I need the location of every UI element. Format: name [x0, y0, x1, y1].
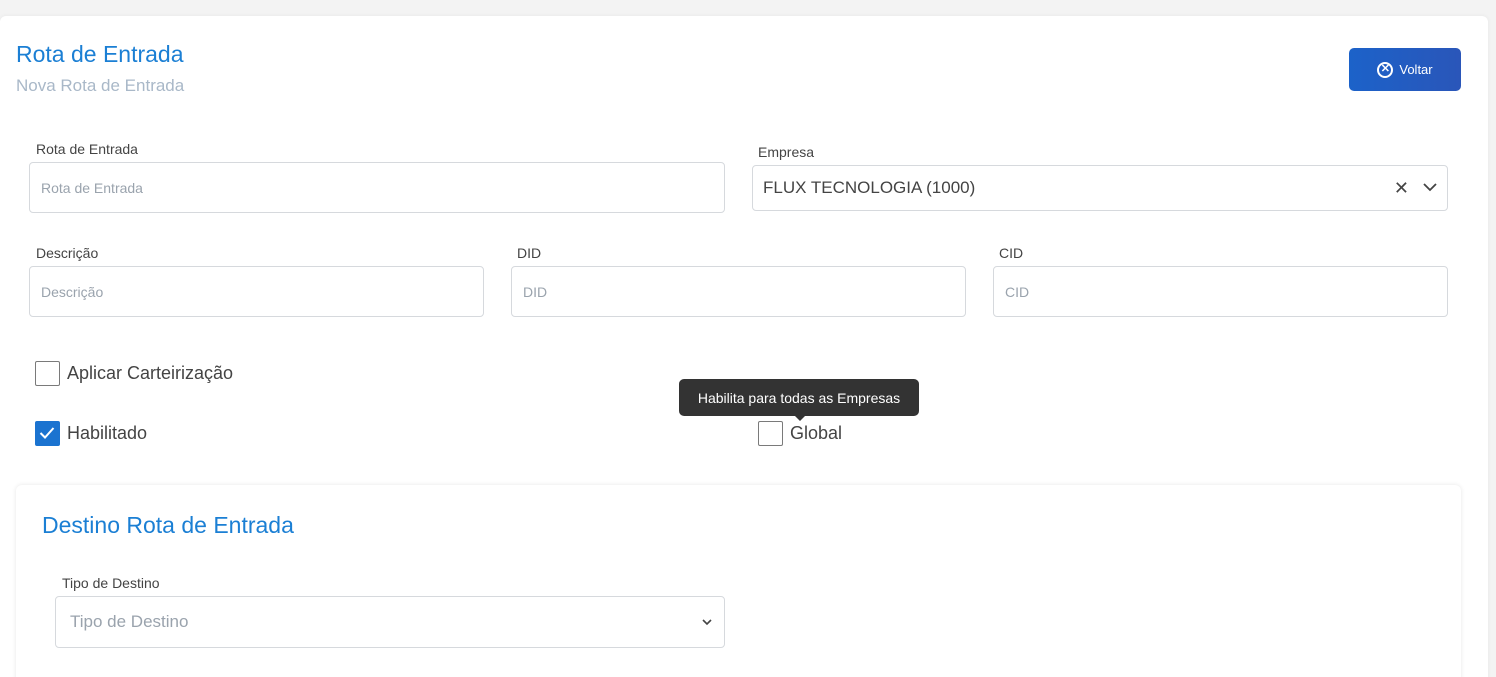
did-input[interactable] — [511, 266, 966, 317]
descricao-label: Descrição — [36, 245, 99, 261]
global-tooltip: Habilita para todas as Empresas — [679, 379, 919, 416]
page-title: Rota de Entrada — [16, 41, 184, 67]
tipo-destino-select[interactable]: Tipo de Destino — [55, 596, 725, 648]
empresa-value: FLUX TECNOLOGIA (1000) — [763, 178, 976, 197]
cid-label: CID — [999, 245, 1024, 261]
empresa-label: Empresa — [758, 144, 815, 160]
global-label: Global — [790, 423, 843, 443]
descricao-input[interactable] — [29, 266, 484, 317]
back-button-label: Voltar — [1399, 62, 1433, 77]
habilitado-checkbox[interactable] — [35, 421, 60, 446]
tipo-destino-label: Tipo de Destino — [62, 575, 160, 591]
page-subtitle: Nova Rota de Entrada — [16, 76, 185, 95]
rota-input[interactable] — [29, 162, 725, 213]
back-button[interactable]: ✕ Voltar — [1349, 48, 1461, 91]
carteirizacao-label: Aplicar Carteirização — [67, 363, 234, 383]
close-circle-icon: ✕ — [1377, 61, 1394, 78]
check-icon — [39, 427, 55, 439]
destino-title: Destino Rota de Entrada — [42, 512, 294, 538]
did-label: DID — [517, 245, 542, 261]
clear-icon[interactable]: ✕ — [1394, 179, 1409, 197]
chevron-down-icon — [702, 613, 712, 631]
global-checkbox[interactable] — [758, 421, 783, 446]
tooltip-arrow — [794, 415, 806, 421]
habilitado-label: Habilitado — [67, 423, 148, 443]
tipo-destino-placeholder: Tipo de Destino — [70, 612, 189, 631]
rota-label: Rota de Entrada — [36, 141, 138, 157]
chevron-down-icon[interactable] — [1423, 179, 1437, 197]
empresa-select[interactable]: FLUX TECNOLOGIA (1000) ✕ — [752, 165, 1448, 211]
cid-input[interactable] — [993, 266, 1448, 317]
carteirizacao-checkbox[interactable] — [35, 361, 60, 386]
